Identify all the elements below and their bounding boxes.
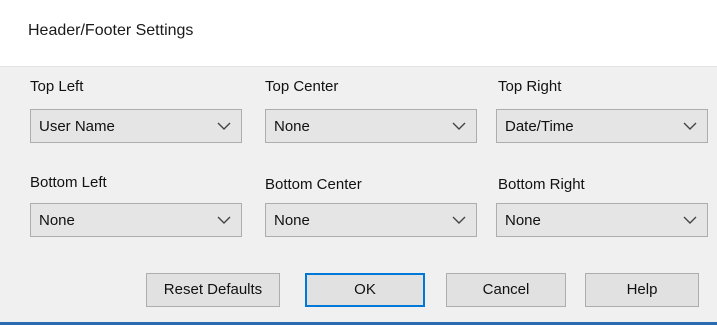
- bottom-left-dropdown[interactable]: None: [30, 203, 242, 237]
- top-right-value: Date/Time: [505, 118, 574, 135]
- chevron-down-icon: [683, 216, 697, 224]
- top-left-label: Top Left: [30, 78, 84, 95]
- top-right-dropdown[interactable]: Date/Time: [496, 109, 708, 143]
- chevron-down-icon: [683, 122, 697, 130]
- bottom-center-value: None: [274, 212, 310, 229]
- bottom-center-dropdown[interactable]: None: [265, 203, 477, 237]
- ok-button[interactable]: OK: [305, 273, 425, 307]
- top-center-label: Top Center: [265, 78, 339, 95]
- dialog-title: Header/Footer Settings: [28, 22, 194, 39]
- top-left-value: User Name: [39, 118, 115, 135]
- bottom-right-label: Bottom Right: [498, 176, 585, 193]
- chevron-down-icon: [217, 216, 231, 224]
- bottom-left-label: Bottom Left: [30, 174, 107, 191]
- bottom-center-label: Bottom Center: [265, 176, 362, 193]
- top-center-value: None: [274, 118, 310, 135]
- chevron-down-icon: [217, 122, 231, 130]
- bottom-left-value: None: [39, 212, 75, 229]
- chevron-down-icon: [452, 216, 466, 224]
- header-footer-settings-dialog: Header/Footer Settings Top Left User Nam…: [0, 0, 717, 325]
- chevron-down-icon: [452, 122, 466, 130]
- dialog-title-bar: Header/Footer Settings: [0, 0, 717, 67]
- help-button[interactable]: Help: [585, 273, 699, 307]
- top-right-label: Top Right: [498, 78, 562, 95]
- bottom-right-value: None: [505, 212, 541, 229]
- bottom-right-dropdown[interactable]: None: [496, 203, 708, 237]
- top-left-dropdown[interactable]: User Name: [30, 109, 242, 143]
- cancel-button[interactable]: Cancel: [446, 273, 566, 307]
- top-center-dropdown[interactable]: None: [265, 109, 477, 143]
- reset-defaults-button[interactable]: Reset Defaults: [146, 273, 280, 307]
